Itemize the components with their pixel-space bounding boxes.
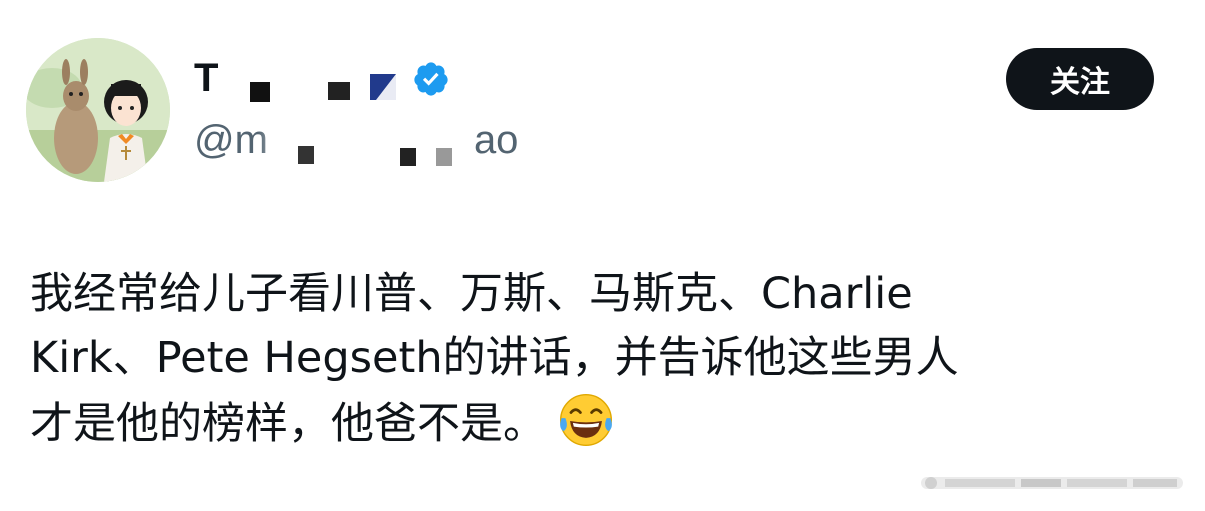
name-redaction-mark	[328, 82, 350, 100]
handle-redaction-mark	[436, 148, 452, 166]
avatar-image	[26, 38, 170, 182]
tweet-line-2: Kirk、Pete Hegseth的讲话，并告诉他这些男人	[30, 333, 959, 383]
laughing-with-tears-emoji-icon	[559, 393, 613, 447]
display-name[interactable]: T	[194, 56, 218, 100]
tweet-line-3-text: 才是他的榜样，他爸不是。	[30, 399, 546, 449]
tweet-line-1: 我经常给儿子看川普、万斯、马斯克、Charlie	[30, 269, 913, 319]
name-redaction-mark	[250, 82, 270, 102]
handle-text: @m	[194, 118, 268, 162]
verified-badge-icon	[414, 62, 448, 96]
follow-button[interactable]: 关注	[1006, 48, 1154, 110]
tweet-text: 我经常给儿子看川普、万斯、马斯克、Charlie Kirk、Pete Hegse…	[30, 262, 1160, 456]
handle-redaction-mark	[400, 148, 416, 166]
tweet-line-3: 才是他的榜样，他爸不是。	[30, 390, 1160, 456]
display-name-row: T	[194, 56, 218, 100]
handle-redaction-mark	[298, 146, 314, 164]
flag-emoji-icon	[370, 74, 396, 100]
watermark	[921, 477, 1183, 489]
handle-redaction	[258, 118, 464, 166]
handle-tail-text: ao	[473, 118, 519, 162]
avatar[interactable]	[26, 38, 170, 182]
